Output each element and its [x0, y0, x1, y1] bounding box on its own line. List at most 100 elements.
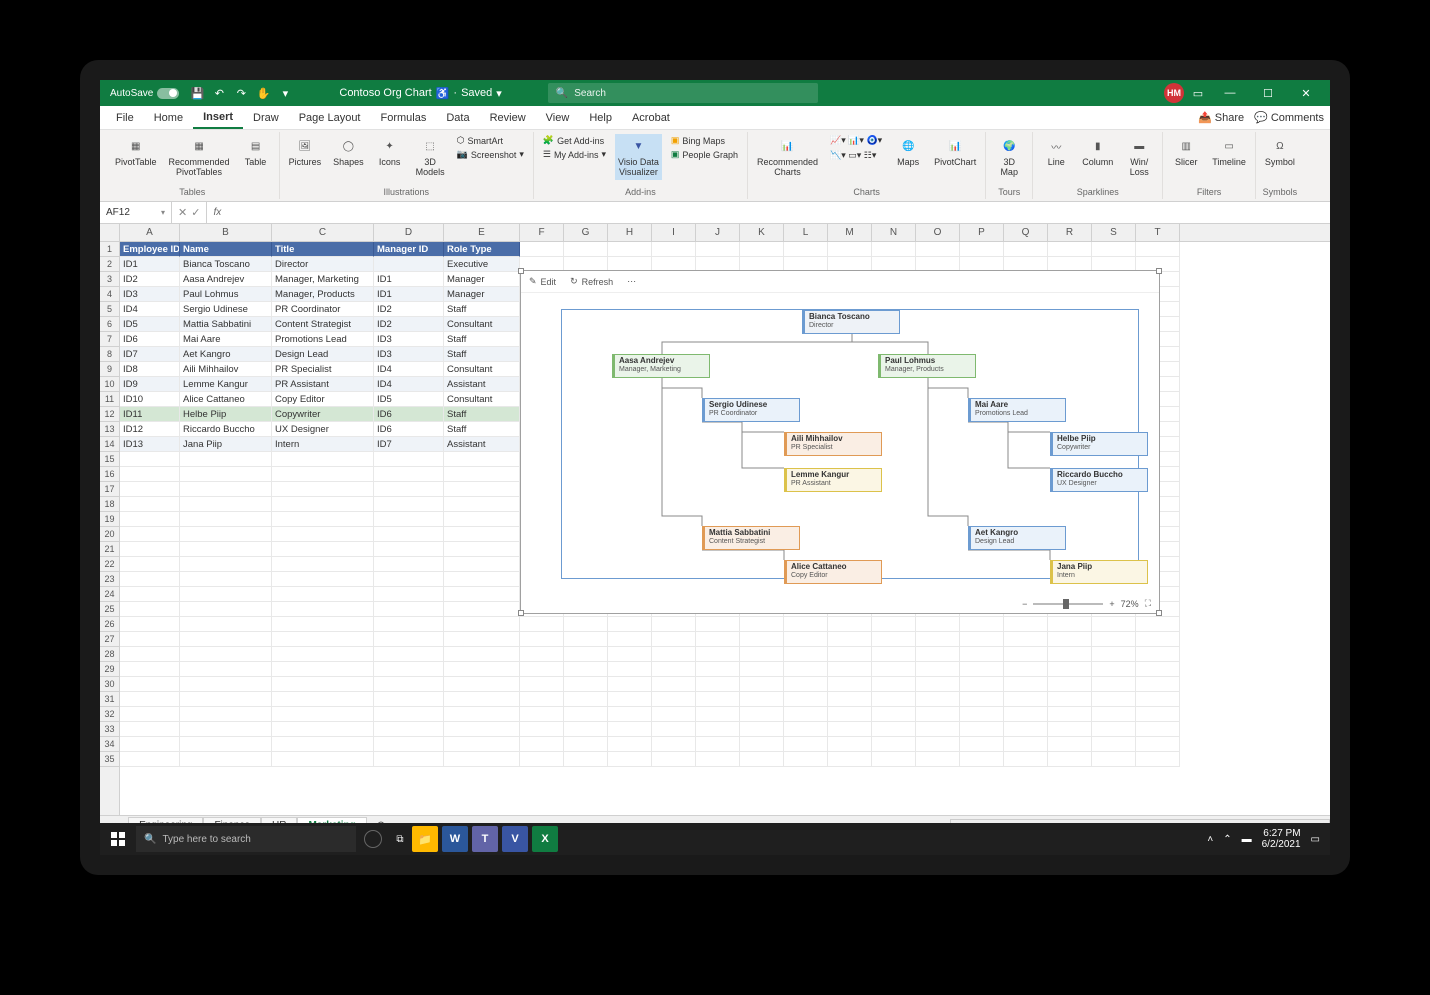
- touch-icon[interactable]: ✋: [255, 85, 271, 101]
- cell[interactable]: [1048, 692, 1092, 707]
- cell[interactable]: [520, 722, 564, 737]
- cell[interactable]: [120, 662, 180, 677]
- cell[interactable]: [180, 737, 272, 752]
- cell[interactable]: [1092, 707, 1136, 722]
- col-header-P[interactable]: P: [960, 224, 1004, 241]
- cell[interactable]: [272, 707, 374, 722]
- cell[interactable]: [374, 632, 444, 647]
- cell[interactable]: [374, 452, 444, 467]
- shapes-button[interactable]: ◯Shapes: [330, 134, 367, 170]
- cell[interactable]: Staff: [444, 302, 520, 317]
- cell[interactable]: ID2: [120, 272, 180, 287]
- cell[interactable]: [784, 737, 828, 752]
- row-headers[interactable]: 1234567891011121314151617181920212223242…: [100, 242, 120, 815]
- cell[interactable]: [1136, 737, 1180, 752]
- cell[interactable]: [374, 617, 444, 632]
- cell[interactable]: ID4: [120, 302, 180, 317]
- cell[interactable]: ID3: [374, 347, 444, 362]
- cell[interactable]: [374, 482, 444, 497]
- cell[interactable]: [696, 722, 740, 737]
- visio-zoom[interactable]: − + 72% ⛶: [1022, 598, 1151, 609]
- people-graph-button[interactable]: ▣People Graph: [668, 148, 741, 161]
- cell[interactable]: [444, 692, 520, 707]
- cell[interactable]: Helbe Piip: [180, 407, 272, 422]
- cell[interactable]: [784, 242, 828, 257]
- pictures-button[interactable]: 🖼Pictures: [286, 134, 325, 170]
- cell[interactable]: [120, 572, 180, 587]
- cell[interactable]: [828, 662, 872, 677]
- org-node[interactable]: Aili MihhailovPR Specialist: [784, 432, 882, 456]
- cell[interactable]: [1004, 677, 1048, 692]
- tab-review[interactable]: Review: [480, 108, 536, 128]
- cell[interactable]: [444, 542, 520, 557]
- col-header-I[interactable]: I: [652, 224, 696, 241]
- cell[interactable]: [120, 692, 180, 707]
- org-node-manager[interactable]: Paul LohmusManager, Products: [878, 354, 976, 378]
- row-header[interactable]: 19: [100, 512, 119, 527]
- cell[interactable]: [520, 752, 564, 767]
- word-icon[interactable]: W: [442, 826, 468, 852]
- cell[interactable]: Name: [180, 242, 272, 257]
- cell[interactable]: [374, 587, 444, 602]
- cell[interactable]: [520, 632, 564, 647]
- cell[interactable]: Staff: [444, 407, 520, 422]
- row-header[interactable]: 15: [100, 452, 119, 467]
- cell[interactable]: [1004, 722, 1048, 737]
- cell[interactable]: UX Designer: [272, 422, 374, 437]
- row-header[interactable]: 5: [100, 302, 119, 317]
- cell[interactable]: [180, 602, 272, 617]
- org-node[interactable]: Mai AarePromotions Lead: [968, 398, 1066, 422]
- cell[interactable]: [828, 647, 872, 662]
- visio-more-button[interactable]: ⋯: [627, 276, 636, 287]
- cell[interactable]: [740, 692, 784, 707]
- cell[interactable]: [272, 692, 374, 707]
- cell[interactable]: Mai Aare: [180, 332, 272, 347]
- cell[interactable]: [872, 707, 916, 722]
- cell[interactable]: ID1: [374, 272, 444, 287]
- cell[interactable]: [272, 527, 374, 542]
- cell[interactable]: [120, 677, 180, 692]
- cell[interactable]: [828, 617, 872, 632]
- cell[interactable]: ID7: [120, 347, 180, 362]
- cell[interactable]: [916, 752, 960, 767]
- cell[interactable]: [1136, 632, 1180, 647]
- cell[interactable]: [740, 752, 784, 767]
- cell[interactable]: [1004, 647, 1048, 662]
- cell[interactable]: [1004, 242, 1048, 257]
- org-node[interactable]: Alice CattaneoCopy Editor: [784, 560, 882, 584]
- slicer-button[interactable]: ▥Slicer: [1169, 134, 1203, 170]
- smartart-button[interactable]: ⬡SmartArt: [454, 134, 527, 147]
- cell[interactable]: [652, 737, 696, 752]
- cell[interactable]: Promotions Lead: [272, 332, 374, 347]
- cell[interactable]: [180, 752, 272, 767]
- cell[interactable]: [564, 752, 608, 767]
- cell[interactable]: [1092, 617, 1136, 632]
- cell[interactable]: [180, 707, 272, 722]
- cell[interactable]: [444, 512, 520, 527]
- cell[interactable]: [872, 737, 916, 752]
- cell[interactable]: [872, 242, 916, 257]
- cell[interactable]: [180, 677, 272, 692]
- cell[interactable]: Intern: [272, 437, 374, 452]
- col-header-H[interactable]: H: [608, 224, 652, 241]
- col-header-C[interactable]: C: [272, 224, 374, 241]
- resize-handle[interactable]: [1156, 610, 1162, 616]
- pivottable-button[interactable]: ▦PivotTable: [112, 134, 160, 170]
- cell[interactable]: [1136, 677, 1180, 692]
- cell[interactable]: Jana Piip: [180, 437, 272, 452]
- cell[interactable]: ID1: [374, 287, 444, 302]
- cell[interactable]: [784, 707, 828, 722]
- col-header-S[interactable]: S: [1092, 224, 1136, 241]
- col-header-K[interactable]: K: [740, 224, 784, 241]
- cell[interactable]: [828, 677, 872, 692]
- cell[interactable]: [1136, 647, 1180, 662]
- cell[interactable]: [960, 737, 1004, 752]
- cell[interactable]: [1048, 677, 1092, 692]
- col-header-R[interactable]: R: [1048, 224, 1092, 241]
- cell[interactable]: [960, 647, 1004, 662]
- cell[interactable]: [520, 242, 564, 257]
- cell[interactable]: PR Assistant: [272, 377, 374, 392]
- cell[interactable]: [872, 752, 916, 767]
- cell[interactable]: [272, 557, 374, 572]
- cell[interactable]: [520, 692, 564, 707]
